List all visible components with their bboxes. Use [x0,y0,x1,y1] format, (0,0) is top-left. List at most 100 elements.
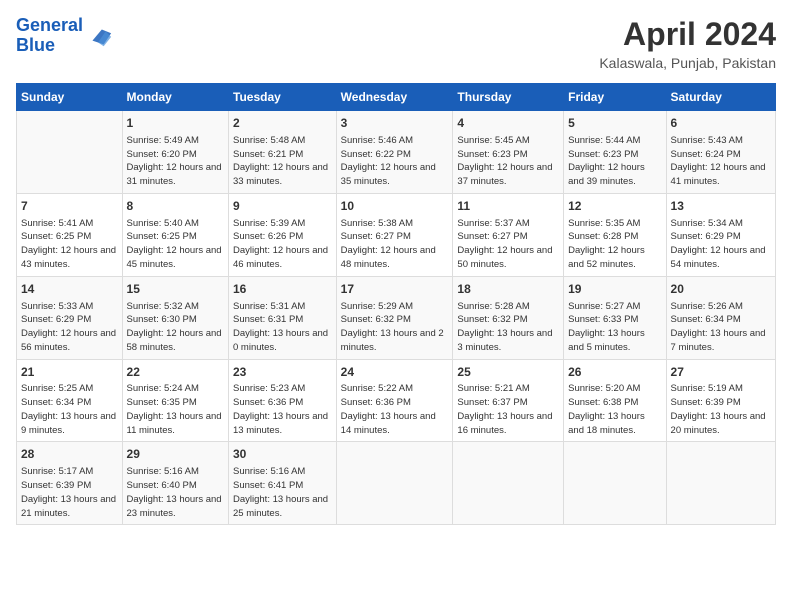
day-info: Sunrise: 5:31 AM Sunset: 6:31 PM Dayligh… [233,300,332,355]
day-number: 30 [233,446,332,463]
day-number: 7 [21,198,118,215]
location-subtitle: Kalaswala, Punjab, Pakistan [599,55,776,71]
calendar-cell [336,442,453,525]
day-number: 3 [341,115,449,132]
day-number: 8 [127,198,224,215]
calendar-cell [564,442,666,525]
calendar-cell: 13 Sunrise: 5:34 AM Sunset: 6:29 PM Dayli… [666,193,775,276]
logo-text: General Blue [16,16,83,56]
calendar-cell: 3 Sunrise: 5:46 AM Sunset: 6:22 PM Daylig… [336,111,453,194]
calendar-table: Sunday Monday Tuesday Wednesday Thursday… [16,83,776,525]
calendar-cell [17,111,123,194]
day-info: Sunrise: 5:27 AM Sunset: 6:33 PM Dayligh… [568,300,661,355]
col-thursday: Thursday [453,84,564,111]
title-block: April 2024 Kalaswala, Punjab, Pakistan [599,16,776,71]
col-tuesday: Tuesday [229,84,337,111]
day-number: 10 [341,198,449,215]
day-info: Sunrise: 5:24 AM Sunset: 6:35 PM Dayligh… [127,382,224,437]
day-info: Sunrise: 5:23 AM Sunset: 6:36 PM Dayligh… [233,382,332,437]
calendar-cell: 5 Sunrise: 5:44 AM Sunset: 6:23 PM Daylig… [564,111,666,194]
calendar-cell: 14 Sunrise: 5:33 AM Sunset: 6:29 PM Dayli… [17,276,123,359]
day-number: 1 [127,115,224,132]
calendar-cell: 29 Sunrise: 5:16 AM Sunset: 6:40 PM Dayli… [122,442,228,525]
calendar-cell: 8Sunrise: 5:40 AM Sunset: 6:25 PM Daylig… [122,193,228,276]
day-number: 27 [671,364,771,381]
day-info: Sunrise: 5:49 AM Sunset: 6:20 PM Dayligh… [127,134,224,189]
day-number: 26 [568,364,661,381]
logo-general: General [16,15,83,35]
calendar-cell: 30 Sunrise: 5:16 AM Sunset: 6:41 PM Dayli… [229,442,337,525]
day-info: Sunrise: 5:48 AM Sunset: 6:21 PM Dayligh… [233,134,332,189]
day-info: Sunrise: 5:43 AM Sunset: 6:24 PM Dayligh… [671,134,771,189]
calendar-cell: 17Sunrise: 5:29 AM Sunset: 6:32 PM Dayli… [336,276,453,359]
calendar-cell: 2 Sunrise: 5:48 AM Sunset: 6:21 PM Daylig… [229,111,337,194]
day-number: 4 [457,115,559,132]
day-info: Sunrise: 5:46 AM Sunset: 6:22 PM Dayligh… [341,134,449,189]
col-saturday: Saturday [666,84,775,111]
calendar-cell: 27Sunrise: 5:19 AM Sunset: 6:39 PM Dayli… [666,359,775,442]
calendar-week-row: 28Sunrise: 5:17 AM Sunset: 6:39 PM Dayli… [17,442,776,525]
calendar-cell: 10 Sunrise: 5:38 AM Sunset: 6:27 PM Dayli… [336,193,453,276]
day-number: 29 [127,446,224,463]
calendar-cell: 1 Sunrise: 5:49 AM Sunset: 6:20 PM Daylig… [122,111,228,194]
day-info: Sunrise: 5:19 AM Sunset: 6:39 PM Dayligh… [671,382,771,437]
logo-icon [85,22,113,50]
calendar-week-row: 21Sunrise: 5:25 AM Sunset: 6:34 PM Dayli… [17,359,776,442]
day-info: Sunrise: 5:29 AM Sunset: 6:32 PM Dayligh… [341,300,449,355]
day-number: 6 [671,115,771,132]
day-info: Sunrise: 5:32 AM Sunset: 6:30 PM Dayligh… [127,300,224,355]
calendar-cell [666,442,775,525]
day-info: Sunrise: 5:21 AM Sunset: 6:37 PM Dayligh… [457,382,559,437]
page-header: General Blue April 2024 Kalaswala, Punja… [16,16,776,71]
calendar-cell: 24Sunrise: 5:22 AM Sunset: 6:36 PM Dayli… [336,359,453,442]
calendar-header: Sunday Monday Tuesday Wednesday Thursday… [17,84,776,111]
day-number: 13 [671,198,771,215]
calendar-cell: 26Sunrise: 5:20 AM Sunset: 6:38 PM Dayli… [564,359,666,442]
day-info: Sunrise: 5:37 AM Sunset: 6:27 PM Dayligh… [457,217,559,272]
calendar-cell: 11Sunrise: 5:37 AM Sunset: 6:27 PM Dayli… [453,193,564,276]
calendar-cell: 16Sunrise: 5:31 AM Sunset: 6:31 PM Dayli… [229,276,337,359]
calendar-week-row: 7 Sunrise: 5:41 AM Sunset: 6:25 PM Daylig… [17,193,776,276]
day-number: 15 [127,281,224,298]
calendar-week-row: 1 Sunrise: 5:49 AM Sunset: 6:20 PM Daylig… [17,111,776,194]
day-info: Sunrise: 5:34 AM Sunset: 6:29 PM Dayligh… [671,217,771,272]
calendar-cell: 22Sunrise: 5:24 AM Sunset: 6:35 PM Dayli… [122,359,228,442]
calendar-cell: 9 Sunrise: 5:39 AM Sunset: 6:26 PM Daylig… [229,193,337,276]
day-number: 24 [341,364,449,381]
day-number: 23 [233,364,332,381]
day-info: Sunrise: 5:17 AM Sunset: 6:39 PM Dayligh… [21,465,118,520]
calendar-cell: 23Sunrise: 5:23 AM Sunset: 6:36 PM Dayli… [229,359,337,442]
day-info: Sunrise: 5:45 AM Sunset: 6:23 PM Dayligh… [457,134,559,189]
calendar-cell: 21Sunrise: 5:25 AM Sunset: 6:34 PM Dayli… [17,359,123,442]
day-number: 2 [233,115,332,132]
day-number: 25 [457,364,559,381]
day-info: Sunrise: 5:41 AM Sunset: 6:25 PM Dayligh… [21,217,118,272]
day-number: 21 [21,364,118,381]
day-info: Sunrise: 5:26 AM Sunset: 6:34 PM Dayligh… [671,300,771,355]
day-info: Sunrise: 5:44 AM Sunset: 6:23 PM Dayligh… [568,134,661,189]
calendar-cell [453,442,564,525]
day-info: Sunrise: 5:33 AM Sunset: 6:29 PM Dayligh… [21,300,118,355]
col-wednesday: Wednesday [336,84,453,111]
day-number: 5 [568,115,661,132]
day-info: Sunrise: 5:16 AM Sunset: 6:40 PM Dayligh… [127,465,224,520]
calendar-cell: 25Sunrise: 5:21 AM Sunset: 6:37 PM Dayli… [453,359,564,442]
day-number: 22 [127,364,224,381]
calendar-cell: 19Sunrise: 5:27 AM Sunset: 6:33 PM Dayli… [564,276,666,359]
col-friday: Friday [564,84,666,111]
day-number: 12 [568,198,661,215]
calendar-week-row: 14 Sunrise: 5:33 AM Sunset: 6:29 PM Dayli… [17,276,776,359]
calendar-cell: 6 Sunrise: 5:43 AM Sunset: 6:24 PM Daylig… [666,111,775,194]
logo: General Blue [16,16,113,56]
header-row: Sunday Monday Tuesday Wednesday Thursday… [17,84,776,111]
day-info: Sunrise: 5:38 AM Sunset: 6:27 PM Dayligh… [341,217,449,272]
logo-blue: Blue [16,35,55,55]
day-info: Sunrise: 5:39 AM Sunset: 6:26 PM Dayligh… [233,217,332,272]
day-info: Sunrise: 5:16 AM Sunset: 6:41 PM Dayligh… [233,465,332,520]
day-number: 14 [21,281,118,298]
calendar-cell: 12Sunrise: 5:35 AM Sunset: 6:28 PM Dayli… [564,193,666,276]
day-number: 18 [457,281,559,298]
calendar-body: 1 Sunrise: 5:49 AM Sunset: 6:20 PM Daylig… [17,111,776,525]
calendar-cell: 18Sunrise: 5:28 AM Sunset: 6:32 PM Dayli… [453,276,564,359]
day-number: 9 [233,198,332,215]
